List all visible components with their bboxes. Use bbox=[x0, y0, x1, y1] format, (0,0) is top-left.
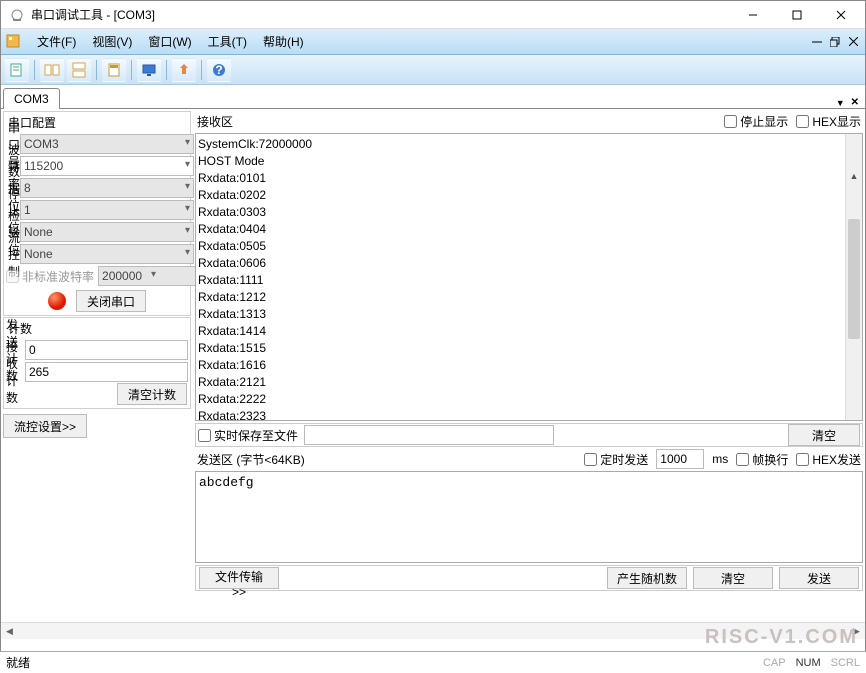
menu-tools[interactable]: 工具(T) bbox=[200, 30, 255, 53]
hex-display-checkbox[interactable]: HEX显示 bbox=[796, 113, 861, 130]
recv-count-label: 接收计数 bbox=[6, 338, 25, 406]
status-led-icon bbox=[48, 292, 66, 310]
tool-new-icon[interactable] bbox=[5, 58, 29, 82]
tool-tile-v-icon[interactable] bbox=[67, 58, 91, 82]
send-count-value bbox=[25, 340, 188, 360]
databits-select[interactable] bbox=[20, 178, 194, 198]
num-indicator: NUM bbox=[796, 657, 821, 669]
tool-tile-h-icon[interactable] bbox=[40, 58, 64, 82]
ms-label: ms bbox=[712, 452, 728, 466]
timed-send-checkbox[interactable]: 定时发送 bbox=[584, 451, 648, 468]
port-select[interactable] bbox=[20, 134, 194, 154]
recv-scrollbar[interactable]: ▲ ▼ bbox=[845, 134, 862, 420]
stop-display-checkbox[interactable]: 停止显示 bbox=[724, 113, 788, 130]
send-header: 发送区 (字节<64KB) 定时发送 ms 帧换行 HEX发送 bbox=[195, 449, 863, 469]
left-panel: 串口配置 串口号 刷新 波特率 数据位 停止位 检验位 bbox=[3, 111, 191, 620]
send-textarea[interactable]: abcdefg bbox=[195, 471, 863, 563]
status-text: 就绪 bbox=[6, 654, 30, 671]
horizontal-scrollbar[interactable]: ◀ ▶ bbox=[1, 622, 865, 639]
mdi-minimize-icon[interactable] bbox=[809, 35, 825, 49]
flow-select[interactable] bbox=[20, 244, 194, 264]
tab-strip: COM3 ▼ ✕ bbox=[1, 85, 865, 109]
scroll-up-icon[interactable]: ▲ bbox=[846, 168, 862, 185]
recv-count-value bbox=[25, 362, 188, 382]
menu-file[interactable]: 文件(F) bbox=[29, 30, 84, 53]
app-menu-icon bbox=[5, 33, 23, 51]
flow-settings-button[interactable]: 流控设置>> bbox=[3, 414, 87, 438]
menu-window[interactable]: 窗口(W) bbox=[140, 30, 199, 53]
tab-dropdown-icon[interactable]: ▼ bbox=[836, 98, 845, 108]
menu-help[interactable]: 帮助(H) bbox=[255, 30, 312, 53]
content-area: 串口配置 串口号 刷新 波特率 数据位 停止位 检验位 bbox=[1, 109, 865, 622]
serial-config-title: 串口配置 bbox=[4, 112, 190, 133]
tool-help-icon[interactable]: ? bbox=[207, 58, 231, 82]
send-footer: 文件传输>> 产生随机数 清空 发送 bbox=[195, 565, 863, 591]
nonstd-label: 非标准波特率 bbox=[22, 268, 94, 285]
clear-send-button[interactable]: 清空 bbox=[693, 567, 773, 589]
scroll-right-icon[interactable]: ▶ bbox=[848, 623, 865, 639]
statusbar: 就绪 CAP NUM SCRL bbox=[0, 651, 866, 673]
toolbar: ? bbox=[1, 55, 865, 85]
receive-textarea[interactable]: SystemClk:72000000 HOST Mode Rxdata:0101… bbox=[195, 133, 863, 421]
app-icon bbox=[9, 7, 25, 23]
menubar: 文件(F) 视图(V) 窗口(W) 工具(T) 帮助(H) bbox=[1, 29, 865, 55]
send-button[interactable]: 发送 bbox=[779, 567, 859, 589]
count-title: 计数 bbox=[4, 318, 190, 339]
right-panel: 接收区 停止显示 HEX显示 SystemClk:72000000 HOST M… bbox=[195, 111, 863, 620]
baud-select[interactable] bbox=[20, 156, 194, 176]
cap-indicator: CAP bbox=[763, 657, 786, 669]
nonstd-checkbox[interactable]: 非标准波特率 bbox=[6, 268, 94, 285]
tab-close-icon[interactable]: ✕ bbox=[851, 97, 859, 108]
parity-select[interactable] bbox=[20, 222, 194, 242]
file-transfer-button[interactable]: 文件传输>> bbox=[199, 567, 279, 589]
close-button[interactable] bbox=[819, 2, 863, 28]
send-title: 发送区 (字节<64KB) bbox=[197, 451, 305, 468]
timed-interval-input[interactable] bbox=[656, 449, 704, 469]
maximize-button[interactable] bbox=[775, 2, 819, 28]
mdi-restore-icon[interactable] bbox=[827, 35, 843, 49]
clear-recv-button[interactable]: 清空 bbox=[788, 424, 860, 446]
recv-title: 接收区 bbox=[197, 113, 233, 130]
clear-count-button[interactable]: 清空计数 bbox=[117, 383, 187, 405]
recv-header: 接收区 停止显示 HEX显示 bbox=[195, 111, 863, 131]
svg-text:?: ? bbox=[215, 63, 222, 77]
scroll-thumb[interactable] bbox=[848, 219, 860, 339]
save-row: 实时保存至文件 清空 bbox=[195, 423, 863, 447]
window-title: 串口调试工具 - [COM3] bbox=[31, 6, 731, 23]
save-path-input[interactable] bbox=[304, 425, 554, 445]
count-group: 计数 发送计数 接收计数 清空计数 bbox=[3, 317, 191, 409]
scrl-indicator: SCRL bbox=[831, 657, 860, 669]
serial-config-group: 串口配置 串口号 刷新 波特率 数据位 停止位 检验位 bbox=[3, 111, 191, 316]
scroll-left-icon[interactable]: ◀ bbox=[1, 623, 18, 639]
titlebar: 串口调试工具 - [COM3] bbox=[1, 1, 865, 29]
tool-monitor-icon[interactable] bbox=[137, 58, 161, 82]
save-to-file-checkbox[interactable]: 实时保存至文件 bbox=[198, 427, 298, 444]
hex-send-checkbox[interactable]: HEX发送 bbox=[796, 451, 861, 468]
close-port-button[interactable]: 关闭串口 bbox=[76, 290, 146, 312]
random-button[interactable]: 产生随机数 bbox=[607, 567, 687, 589]
menu-view[interactable]: 视图(V) bbox=[84, 30, 140, 53]
minimize-button[interactable] bbox=[731, 2, 775, 28]
stopbits-select[interactable] bbox=[20, 200, 194, 220]
frame-wrap-checkbox[interactable]: 帧换行 bbox=[736, 451, 788, 468]
tool-calc-icon[interactable] bbox=[102, 58, 126, 82]
mdi-close-icon[interactable] bbox=[845, 35, 861, 49]
tool-update-icon[interactable] bbox=[172, 58, 196, 82]
tab-com3[interactable]: COM3 bbox=[3, 88, 60, 109]
